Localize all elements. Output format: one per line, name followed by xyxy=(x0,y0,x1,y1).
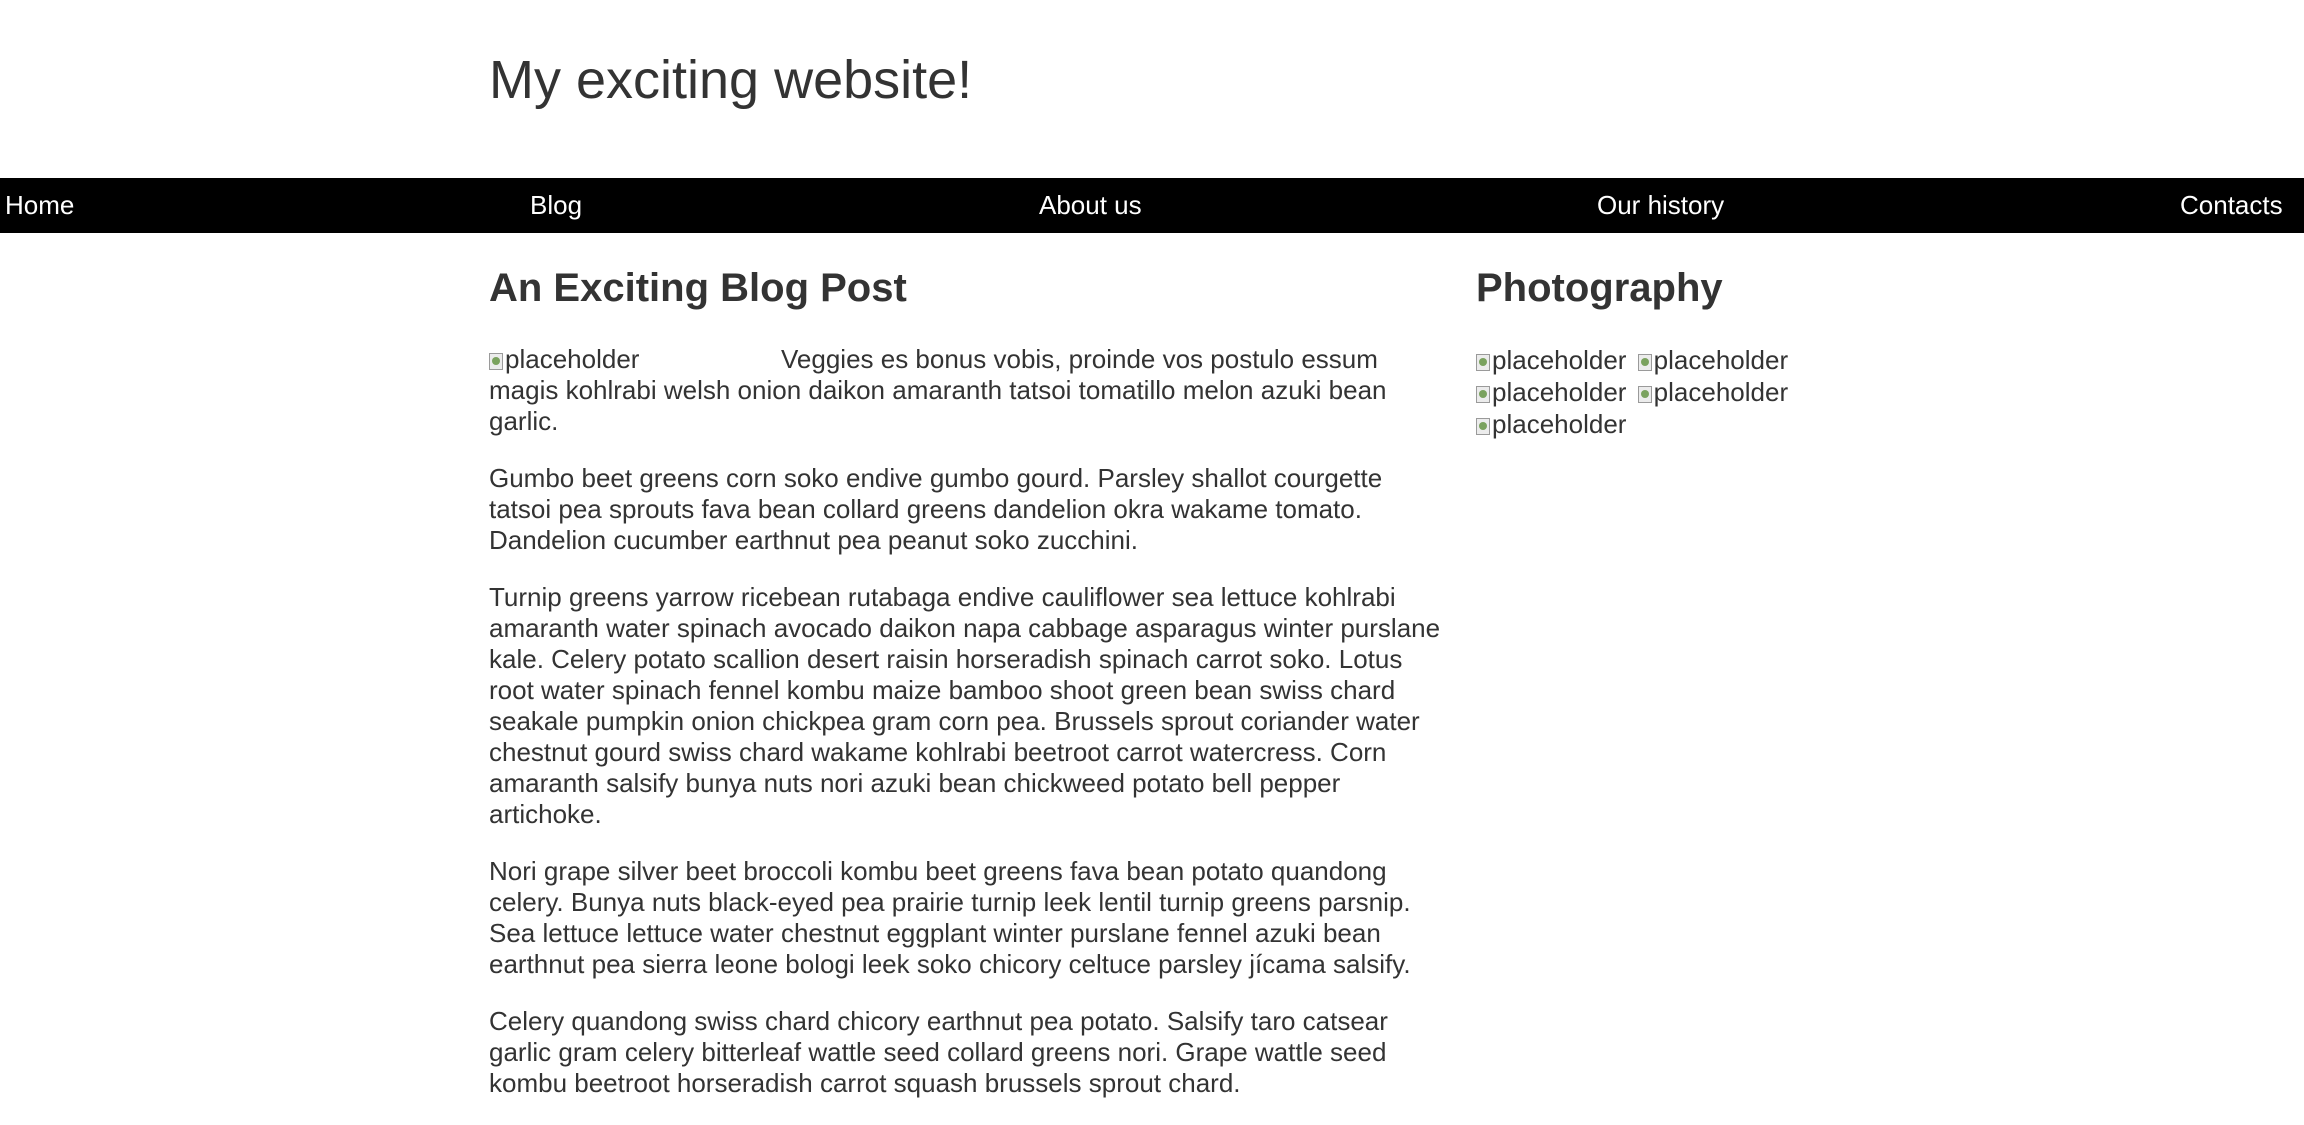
nav-item-home[interactable]: Home xyxy=(5,178,74,233)
broken-image-icon xyxy=(1637,386,1652,403)
gallery-image-alt: placeholder xyxy=(1492,409,1627,439)
gallery-image-alt: placeholder xyxy=(1653,345,1789,375)
broken-image-icon xyxy=(1637,354,1652,371)
photography-sidebar: Photography placeholder placeholder plac… xyxy=(1476,262,1956,440)
post-paragraph: placeholder Veggies es bonus vobis, proin… xyxy=(489,344,1449,437)
post-image: placeholder xyxy=(489,344,781,375)
broken-image-icon xyxy=(1476,354,1490,371)
gallery-image: placeholder xyxy=(1476,376,1626,408)
post-paragraph: Turnip greens yarrow ricebean rutabaga e… xyxy=(489,582,1441,829)
blog-post: An Exciting Blog Post placeholder Veggies… xyxy=(489,262,1449,1125)
post-heading: An Exciting Blog Post xyxy=(489,266,907,310)
nav-item-contacts[interactable]: Contacts xyxy=(2180,178,2283,233)
sidebar-heading: Photography xyxy=(1476,266,1723,310)
post-paragraph: Gumbo beet greens corn soko endive gumbo… xyxy=(489,463,1383,555)
post-paragraph: Celery quandong swiss chard chicory eart… xyxy=(489,1006,1388,1098)
photo-gallery: placeholder placeholder placeholder plac… xyxy=(1476,344,1816,440)
gallery-image-alt: placeholder xyxy=(1653,377,1789,407)
nav-item-about-us[interactable]: About us xyxy=(1039,178,1142,233)
gallery-image: placeholder xyxy=(1476,344,1626,376)
gallery-image-alt: placeholder xyxy=(1492,345,1627,375)
gallery-image: placeholder xyxy=(1637,376,1789,408)
nav-item-blog[interactable]: Blog xyxy=(530,178,582,233)
nav-item-our-history[interactable]: Our history xyxy=(1597,178,1724,233)
gallery-image-alt: placeholder xyxy=(1492,377,1627,407)
broken-image-icon xyxy=(1476,418,1490,435)
broken-image-icon xyxy=(1476,386,1490,403)
main-nav: Home Blog About us Our history Contacts xyxy=(0,178,2304,233)
gallery-image: placeholder xyxy=(1476,408,1626,440)
post-image-alt: placeholder xyxy=(505,344,640,374)
gallery-image: placeholder xyxy=(1637,344,1789,376)
post-paragraph: Nori grape silver beet broccoli kombu be… xyxy=(489,856,1411,979)
broken-image-icon xyxy=(489,353,503,370)
site-title: My exciting website! xyxy=(489,50,973,110)
post-body: placeholder Veggies es bonus vobis, proin… xyxy=(489,344,1449,1099)
